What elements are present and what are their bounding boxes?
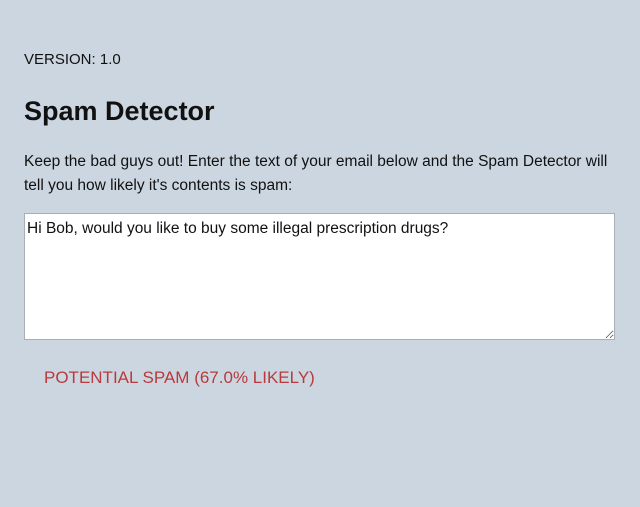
email-text-input[interactable]: Hi Bob, would you like to buy some illeg… xyxy=(24,213,615,340)
version-label: VERSION: 1.0 xyxy=(24,51,121,68)
page-title: Spam Detector xyxy=(24,96,215,126)
spam-result-text: POTENTIAL SPAM (67.0% LIKELY) xyxy=(44,368,315,387)
instructions-text: Keep the bad guys out! Enter the text of… xyxy=(24,153,608,194)
